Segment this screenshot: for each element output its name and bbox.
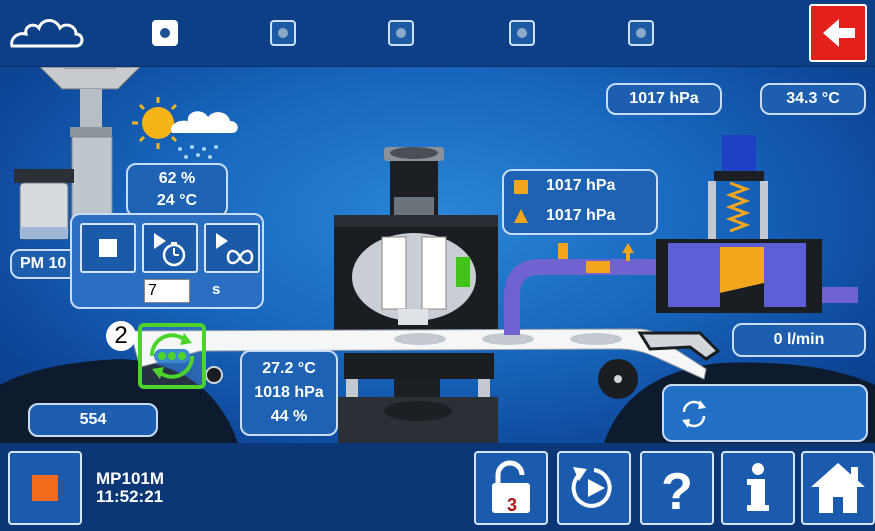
step-indicator-1[interactable]	[152, 20, 178, 46]
info-button[interactable]	[721, 451, 795, 525]
cloud-icon[interactable]	[6, 12, 86, 52]
back-button[interactable]	[809, 4, 867, 62]
sample-counter: 554	[28, 403, 158, 437]
help-icon: ?	[661, 463, 693, 521]
device-name: MP101M	[96, 469, 165, 488]
ambient-temperature-readout: 34.3 °C	[760, 83, 866, 115]
home-button[interactable]	[801, 451, 875, 525]
timer-panel: s	[70, 213, 264, 309]
play-infinite-icon	[216, 233, 254, 265]
weather-readout: 62 % 24 °C	[126, 163, 228, 217]
seconds-input[interactable]	[144, 279, 190, 303]
step-indicator-5[interactable]	[628, 20, 654, 46]
arrow-left-icon	[823, 19, 855, 47]
refresh-button[interactable]	[662, 384, 868, 442]
stop-measurement-button[interactable]	[8, 451, 82, 525]
stop-square-icon	[32, 475, 58, 501]
sensor-pressure-2: 1017 hPa	[546, 207, 616, 224]
filter-cycle-icon	[149, 333, 195, 379]
step-indicator-4[interactable]	[509, 20, 535, 46]
step-indicator-3[interactable]	[388, 20, 414, 46]
square-marker-icon	[514, 180, 528, 194]
pump	[656, 135, 822, 313]
sensor-pressure-panel: 1017 hPa 1017 hPa	[502, 169, 658, 235]
triangle-marker-icon	[514, 209, 528, 223]
help-button[interactable]: ?	[640, 451, 714, 525]
instrument-scene: 1017 hPa 34.3 °C 62 % 24 °C PM 10 7 s 2 …	[0, 67, 875, 443]
filter-holder	[334, 147, 498, 443]
filter-advance-button[interactable]	[138, 323, 206, 389]
timed-start-button[interactable]	[142, 223, 198, 273]
top-bar	[0, 0, 875, 67]
chamber-pressure: 1018 hPa	[254, 384, 324, 401]
chamber-readout: 27.2 °C 1018 hPa 44 %	[240, 350, 338, 436]
replay-icon	[571, 467, 612, 508]
continuous-start-button[interactable]	[204, 223, 260, 273]
sensor-pressure-1: 1017 hPa	[546, 177, 616, 194]
seconds-unit: s	[212, 281, 221, 298]
flow-readout: 0 l/min	[732, 323, 866, 357]
home-icon	[811, 463, 865, 513]
weather-icon	[132, 97, 238, 159]
stop-button[interactable]	[80, 223, 136, 273]
unlock-button[interactable]: 3	[474, 451, 548, 525]
play-timer-icon	[154, 233, 186, 267]
ambient-pressure-readout: 1017 hPa	[606, 83, 722, 115]
weather-humidity: 62 %	[158, 170, 196, 187]
stop-icon	[99, 239, 117, 257]
replay-button[interactable]	[557, 451, 631, 525]
info-icon	[747, 463, 769, 511]
filter-position-badge: 2	[106, 321, 136, 351]
weather-temperature: 24 °C	[156, 192, 198, 209]
lock-level-badge: 3	[506, 495, 517, 515]
chamber-humidity: 44 %	[270, 408, 308, 425]
step-indicator-2[interactable]	[270, 20, 296, 46]
svg-text:?: ?	[661, 463, 693, 521]
device-time: 11:52:21	[96, 487, 164, 506]
chamber-temperature: 27.2 °C	[262, 360, 316, 377]
bottom-bar: MP101M 11:52:21 3 ?	[0, 443, 875, 531]
refresh-icon	[682, 400, 706, 428]
